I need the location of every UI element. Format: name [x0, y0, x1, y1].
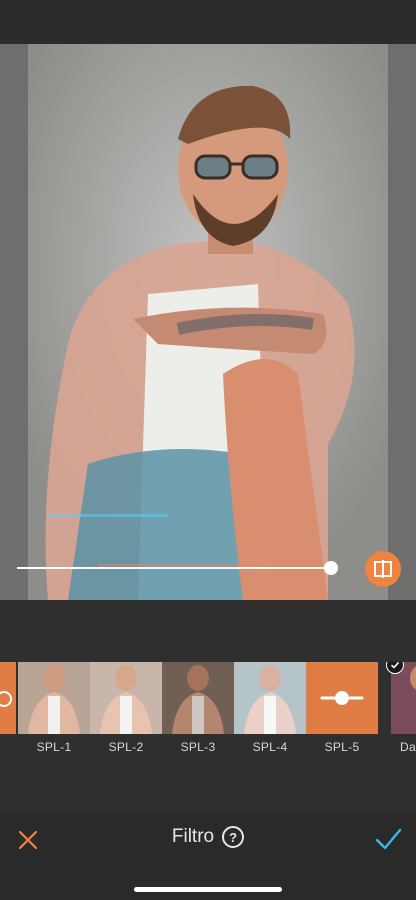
filter-label-spl-5: SPL-5: [324, 740, 360, 752]
filter-thumb-spl-1[interactable]: [18, 662, 90, 734]
filter-label-day: Day: [400, 740, 416, 752]
filter-carousel[interactable]: SPL-1 SPL-2 SPL-3 SPL-4 SPL-5 Da: [0, 662, 416, 752]
edited-photo: [28, 44, 388, 600]
filter-label-spl-1: SPL-1: [36, 740, 72, 752]
intensity-adjust-icon: [320, 691, 364, 705]
help-icon[interactable]: ?: [222, 826, 245, 848]
confirm-button[interactable]: [374, 826, 402, 852]
toolbar-title-group: Filtro ?: [0, 826, 416, 848]
intensity-slider-handle[interactable]: [324, 561, 338, 575]
filter-thumb-spl-4[interactable]: [234, 662, 306, 734]
intensity-slider-track[interactable]: [17, 567, 331, 569]
canvas-area: [0, 44, 416, 600]
top-status-area: [0, 0, 416, 44]
filter-label-spl-3: SPL-3: [180, 740, 216, 752]
filter-thumb-partial[interactable]: [0, 662, 16, 734]
split-compare-icon: [374, 560, 392, 578]
filter-thumb-spl-5-selected[interactable]: [306, 662, 378, 734]
compare-button[interactable]: [365, 551, 401, 587]
filter-thumb-spl-3[interactable]: [162, 662, 234, 734]
filter-thumb-spl-2[interactable]: [90, 662, 162, 734]
toolbar-title: Filtro: [171, 826, 215, 847]
checkmark-icon: [375, 828, 402, 850]
filter-label-spl-4: SPL-4: [252, 740, 288, 752]
home-indicator: [134, 887, 282, 892]
filter-label-spl-2: SPL-2: [108, 740, 144, 752]
